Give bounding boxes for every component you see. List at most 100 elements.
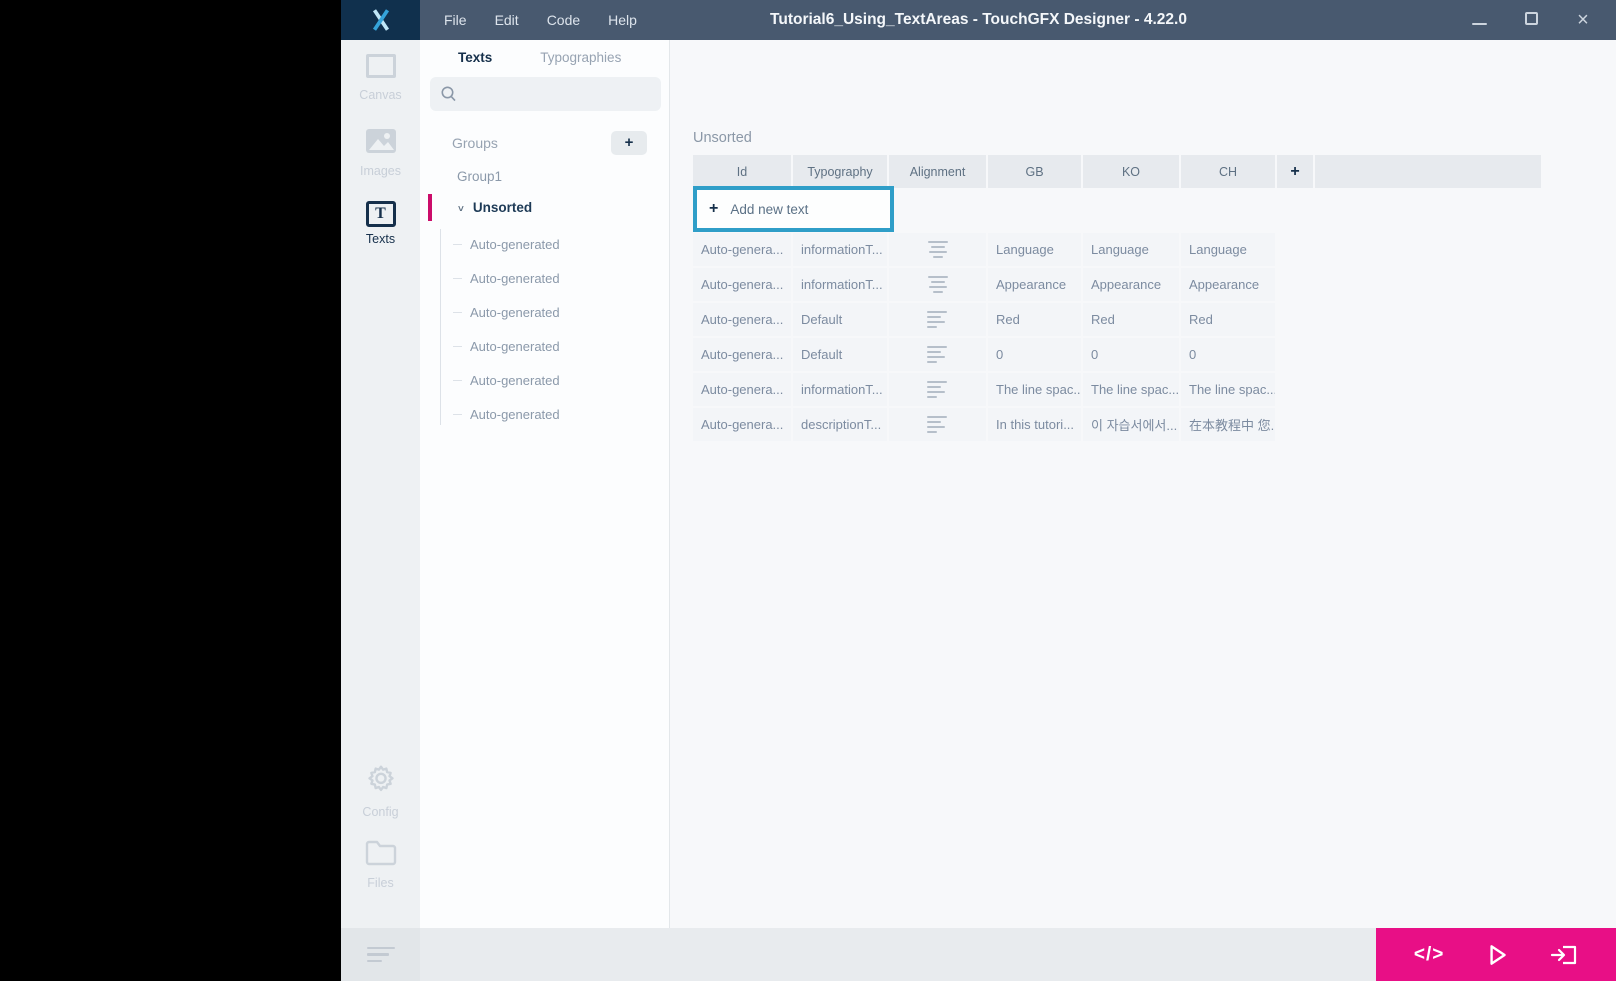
add-language-button[interactable]: + — [1277, 155, 1313, 188]
group-item-group1[interactable]: Group1 — [420, 161, 669, 192]
flash-target-button[interactable] — [1550, 943, 1578, 967]
menu-file[interactable]: File — [444, 12, 467, 28]
cell-gb[interactable]: In this tutori... — [988, 408, 1081, 441]
cell-typography[interactable]: informationT... — [793, 268, 887, 301]
table-row[interactable]: Auto-genera... informationT... Language … — [693, 233, 1541, 266]
plus-icon: + — [709, 200, 718, 218]
cell-gb[interactable]: Red — [988, 303, 1081, 336]
table-row[interactable]: Auto-genera... Default Red Red Red — [693, 303, 1541, 336]
cell-typography[interactable]: informationT... — [793, 233, 887, 266]
tree-item-text[interactable]: Auto-generated — [420, 329, 669, 363]
cell-ko[interactable]: 0 — [1083, 338, 1179, 371]
chevron-down-icon[interactable]: ˅ — [458, 204, 464, 215]
column-header-id[interactable]: Id — [693, 155, 791, 188]
cell-alignment[interactable] — [889, 233, 986, 266]
sidebar-item-images[interactable]: Images — [341, 128, 420, 178]
cell-gb[interactable]: 0 — [988, 338, 1081, 371]
cell-ko[interactable]: Red — [1083, 303, 1179, 336]
text-align-icon — [927, 416, 949, 434]
generate-code-button[interactable]: </> — [1414, 944, 1444, 966]
table-row[interactable]: Auto-genera... Default 0 0 0 — [693, 338, 1541, 371]
tab-texts[interactable]: Texts — [458, 50, 492, 65]
cell-typography[interactable]: informationT... — [793, 373, 887, 406]
log-toggle-button[interactable] — [341, 928, 420, 981]
menu-code[interactable]: Code — [547, 12, 580, 28]
cell-ko[interactable]: 이 자습서에서... — [1083, 408, 1179, 441]
cell-typography[interactable]: Default — [793, 303, 887, 336]
cell-alignment[interactable] — [889, 373, 986, 406]
folder-icon — [364, 838, 398, 866]
cell-gb[interactable]: Language — [988, 233, 1081, 266]
cell-alignment[interactable] — [889, 303, 986, 336]
menu-edit[interactable]: Edit — [495, 12, 519, 28]
app-logo[interactable] — [341, 0, 420, 40]
search-input[interactable] — [430, 77, 661, 111]
text-icon: T — [366, 201, 396, 227]
tab-typographies[interactable]: Typographies — [540, 50, 621, 65]
close-button[interactable]: × — [1572, 9, 1594, 32]
table-header-row: Id Typography Alignment GB KO CH + — [693, 155, 1541, 188]
column-header-typography[interactable]: Typography — [793, 155, 887, 188]
cell-ko[interactable]: The line spac... — [1083, 373, 1179, 406]
table-row[interactable]: Auto-genera... informationT... Appearanc… — [693, 268, 1541, 301]
cell-ko[interactable]: Appearance — [1083, 268, 1179, 301]
cell-typography[interactable]: descriptionT... — [793, 408, 887, 441]
cell-ch[interactable]: 在本教程中 您... — [1181, 408, 1275, 441]
column-header-ch[interactable]: CH — [1181, 155, 1275, 188]
group-item-unsorted[interactable]: ˅ Unsorted — [420, 192, 669, 223]
cell-id[interactable]: Auto-genera... — [693, 233, 791, 266]
cell-ch[interactable]: Appearance — [1181, 268, 1275, 301]
titlebar: File Edit Code Help Tutorial6_Using_Text… — [341, 0, 1616, 40]
sidebar-item-files[interactable]: Files — [341, 838, 420, 890]
menubar: File Edit Code Help — [444, 12, 637, 28]
table-row[interactable]: Auto-genera... informationT... The line … — [693, 373, 1541, 406]
cell-ch[interactable]: 0 — [1181, 338, 1275, 371]
cell-ko[interactable]: Language — [1083, 233, 1179, 266]
cell-id[interactable]: Auto-genera... — [693, 373, 791, 406]
run-simulator-button[interactable] — [1484, 942, 1510, 968]
cell-id[interactable]: Auto-genera... — [693, 338, 791, 371]
maximize-button[interactable] — [1520, 10, 1542, 30]
cell-gb[interactable]: The line spac... — [988, 373, 1081, 406]
gear-icon — [365, 763, 397, 795]
add-group-button[interactable]: + — [611, 131, 647, 155]
sidebar-item-label: Config — [341, 805, 420, 819]
text-align-icon — [927, 311, 949, 329]
tree-item-text[interactable]: Auto-generated — [420, 363, 669, 397]
cell-ch[interactable]: Language — [1181, 233, 1275, 266]
sidebar-item-config[interactable]: Config — [341, 763, 420, 819]
minimize-button[interactable] — [1468, 10, 1490, 30]
tree-item-text[interactable]: Auto-generated — [420, 227, 669, 261]
text-align-icon — [927, 276, 949, 294]
touchgfx-x-icon — [368, 7, 394, 33]
tree-item-text[interactable]: Auto-generated — [420, 261, 669, 295]
sidebar-item-label: Files — [341, 876, 420, 890]
maximize-icon — [1525, 12, 1538, 25]
hamburger-icon — [367, 947, 395, 950]
sidebar-item-texts[interactable]: T Texts — [341, 201, 420, 246]
column-header-ko[interactable]: KO — [1083, 155, 1179, 188]
cell-ch[interactable]: The line spac... — [1181, 373, 1275, 406]
sidebar-item-canvas[interactable]: Canvas — [341, 54, 420, 102]
section-title: Unsorted — [693, 130, 752, 146]
tree-item-text[interactable]: Auto-generated — [420, 295, 669, 329]
cell-alignment[interactable] — [889, 268, 986, 301]
tree-item-text[interactable]: Auto-generated — [420, 397, 669, 431]
cell-id[interactable]: Auto-genera... — [693, 268, 791, 301]
add-new-text-button[interactable]: + Add new text — [693, 186, 894, 232]
column-header-alignment[interactable]: Alignment — [889, 155, 986, 188]
groups-header-row: Groups + — [420, 125, 669, 161]
column-header-gb[interactable]: GB — [988, 155, 1081, 188]
image-icon — [365, 128, 397, 154]
cell-id[interactable]: Auto-genera... — [693, 303, 791, 336]
group-item-label: Unsorted — [473, 200, 532, 215]
cell-ch[interactable]: Red — [1181, 303, 1275, 336]
search-icon — [440, 85, 458, 103]
cell-alignment[interactable] — [889, 408, 986, 441]
cell-typography[interactable]: Default — [793, 338, 887, 371]
cell-id[interactable]: Auto-genera... — [693, 408, 791, 441]
cell-alignment[interactable] — [889, 338, 986, 371]
menu-help[interactable]: Help — [608, 12, 637, 28]
table-row[interactable]: Auto-genera... descriptionT... In this t… — [693, 408, 1541, 441]
cell-gb[interactable]: Appearance — [988, 268, 1081, 301]
